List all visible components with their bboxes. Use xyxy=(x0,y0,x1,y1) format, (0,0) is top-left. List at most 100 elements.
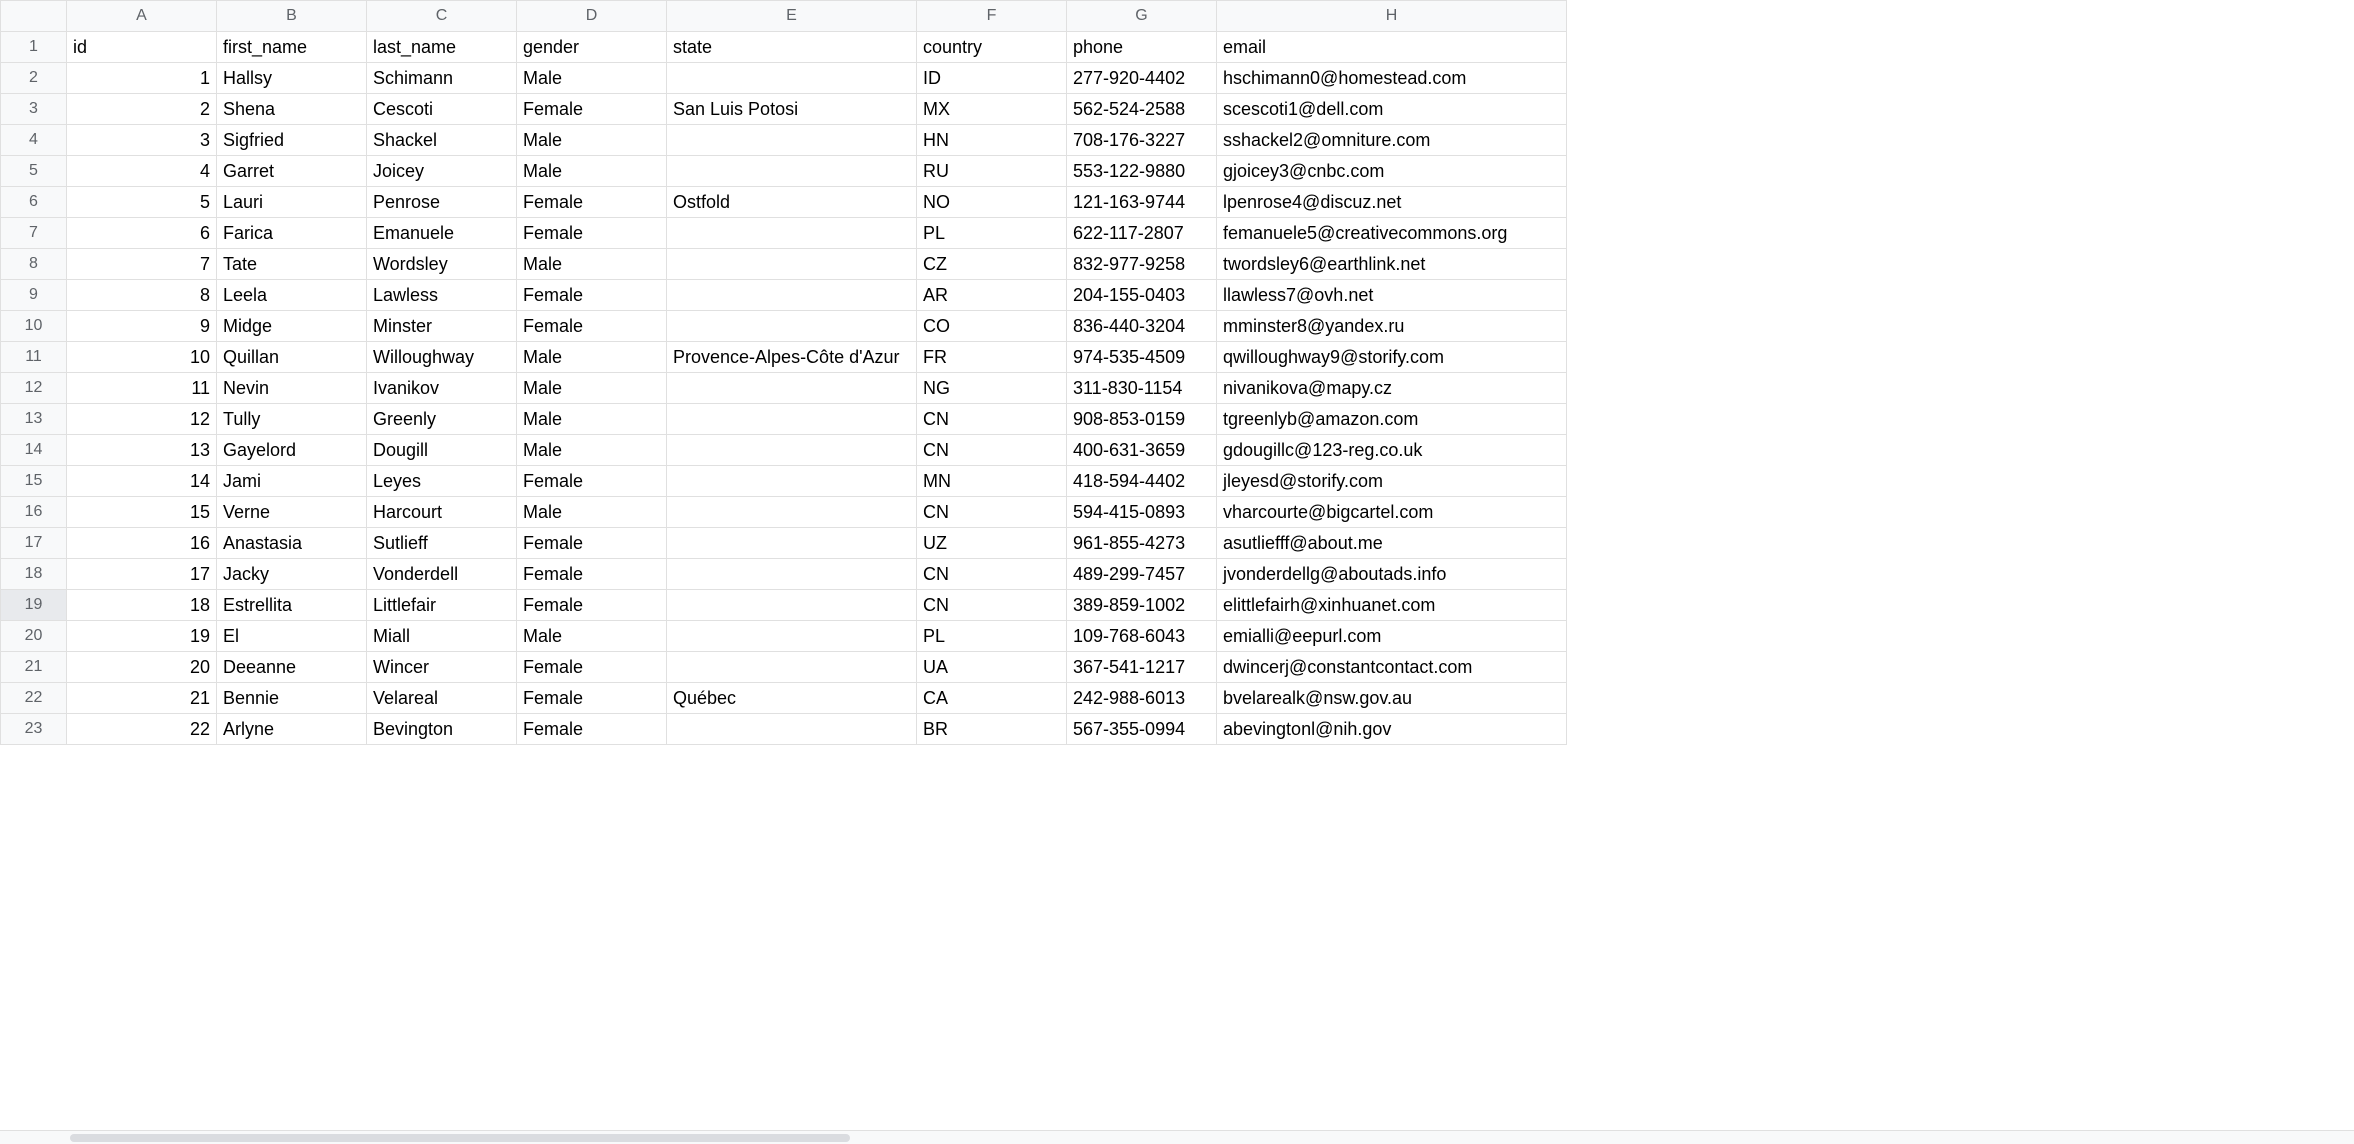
cell-B11[interactable]: Quillan xyxy=(217,342,367,373)
cell-A5[interactable]: 4 xyxy=(67,156,217,187)
row-header-9[interactable]: 9 xyxy=(1,280,67,311)
cell-D18[interactable]: Female xyxy=(517,559,667,590)
cell-D3[interactable]: Female xyxy=(517,94,667,125)
cell-E19[interactable] xyxy=(667,590,917,621)
cell-D21[interactable]: Female xyxy=(517,652,667,683)
cell-F21[interactable]: UA xyxy=(917,652,1067,683)
row-header-18[interactable]: 18 xyxy=(1,559,67,590)
cell-C14[interactable]: Dougill xyxy=(367,435,517,466)
cell-F14[interactable]: CN xyxy=(917,435,1067,466)
cell-H12[interactable]: nivanikova@mapy.cz xyxy=(1217,373,1567,404)
cell-A19[interactable]: 18 xyxy=(67,590,217,621)
cell-G7[interactable]: 622-117-2807 xyxy=(1067,218,1217,249)
cell-G1[interactable]: phone xyxy=(1067,32,1217,63)
cell-F16[interactable]: CN xyxy=(917,497,1067,528)
cell-A11[interactable]: 10 xyxy=(67,342,217,373)
row-header-17[interactable]: 17 xyxy=(1,528,67,559)
cell-G14[interactable]: 400-631-3659 xyxy=(1067,435,1217,466)
cell-A12[interactable]: 11 xyxy=(67,373,217,404)
cell-A21[interactable]: 20 xyxy=(67,652,217,683)
column-header-D[interactable]: D xyxy=(517,1,667,32)
cell-A20[interactable]: 19 xyxy=(67,621,217,652)
cell-D10[interactable]: Female xyxy=(517,311,667,342)
cell-H17[interactable]: asutliefff@about.me xyxy=(1217,528,1567,559)
cell-G2[interactable]: 277-920-4402 xyxy=(1067,63,1217,94)
cell-F7[interactable]: PL xyxy=(917,218,1067,249)
cell-C2[interactable]: Schimann xyxy=(367,63,517,94)
cell-G22[interactable]: 242-988-6013 xyxy=(1067,683,1217,714)
cell-C3[interactable]: Cescoti xyxy=(367,94,517,125)
cell-B7[interactable]: Farica xyxy=(217,218,367,249)
cell-H10[interactable]: mminster8@yandex.ru xyxy=(1217,311,1567,342)
cell-D4[interactable]: Male xyxy=(517,125,667,156)
cell-D11[interactable]: Male xyxy=(517,342,667,373)
cell-E21[interactable] xyxy=(667,652,917,683)
row-header-7[interactable]: 7 xyxy=(1,218,67,249)
cell-A22[interactable]: 21 xyxy=(67,683,217,714)
cell-A18[interactable]: 17 xyxy=(67,559,217,590)
cell-E17[interactable] xyxy=(667,528,917,559)
cell-H5[interactable]: gjoicey3@cnbc.com xyxy=(1217,156,1567,187)
cell-E11[interactable]: Provence-Alpes-Côte d'Azur xyxy=(667,342,917,373)
row-header-10[interactable]: 10 xyxy=(1,311,67,342)
cell-E3[interactable]: San Luis Potosi xyxy=(667,94,917,125)
cell-B3[interactable]: Shena xyxy=(217,94,367,125)
cell-C18[interactable]: Vonderdell xyxy=(367,559,517,590)
row-header-20[interactable]: 20 xyxy=(1,621,67,652)
cell-F23[interactable]: BR xyxy=(917,714,1067,745)
cell-A23[interactable]: 22 xyxy=(67,714,217,745)
cell-G21[interactable]: 367-541-1217 xyxy=(1067,652,1217,683)
cell-C7[interactable]: Emanuele xyxy=(367,218,517,249)
cell-D14[interactable]: Male xyxy=(517,435,667,466)
cell-C20[interactable]: Miall xyxy=(367,621,517,652)
cell-C10[interactable]: Minster xyxy=(367,311,517,342)
cell-F20[interactable]: PL xyxy=(917,621,1067,652)
cell-E8[interactable] xyxy=(667,249,917,280)
cell-F18[interactable]: CN xyxy=(917,559,1067,590)
row-header-3[interactable]: 3 xyxy=(1,94,67,125)
cell-G11[interactable]: 974-535-4509 xyxy=(1067,342,1217,373)
cell-B17[interactable]: Anastasia xyxy=(217,528,367,559)
cell-H11[interactable]: qwilloughway9@storify.com xyxy=(1217,342,1567,373)
cell-E12[interactable] xyxy=(667,373,917,404)
column-header-H[interactable]: H xyxy=(1217,1,1567,32)
cell-H15[interactable]: jleyesd@storify.com xyxy=(1217,466,1567,497)
cell-A14[interactable]: 13 xyxy=(67,435,217,466)
row-header-14[interactable]: 14 xyxy=(1,435,67,466)
cell-G23[interactable]: 567-355-0994 xyxy=(1067,714,1217,745)
column-header-A[interactable]: A xyxy=(67,1,217,32)
row-header-13[interactable]: 13 xyxy=(1,404,67,435)
cell-D5[interactable]: Male xyxy=(517,156,667,187)
cell-C22[interactable]: Velareal xyxy=(367,683,517,714)
cell-E22[interactable]: Québec xyxy=(667,683,917,714)
cell-F11[interactable]: FR xyxy=(917,342,1067,373)
cell-E10[interactable] xyxy=(667,311,917,342)
cell-B9[interactable]: Leela xyxy=(217,280,367,311)
row-header-8[interactable]: 8 xyxy=(1,249,67,280)
cell-C6[interactable]: Penrose xyxy=(367,187,517,218)
cell-G3[interactable]: 562-524-2588 xyxy=(1067,94,1217,125)
cell-C16[interactable]: Harcourt xyxy=(367,497,517,528)
row-header-2[interactable]: 2 xyxy=(1,63,67,94)
cell-B10[interactable]: Midge xyxy=(217,311,367,342)
cell-E1[interactable]: state xyxy=(667,32,917,63)
cell-H23[interactable]: abevingtonl@nih.gov xyxy=(1217,714,1567,745)
cell-F3[interactable]: MX xyxy=(917,94,1067,125)
cell-F6[interactable]: NO xyxy=(917,187,1067,218)
cell-D15[interactable]: Female xyxy=(517,466,667,497)
cell-C17[interactable]: Sutlieff xyxy=(367,528,517,559)
row-header-11[interactable]: 11 xyxy=(1,342,67,373)
cell-D13[interactable]: Male xyxy=(517,404,667,435)
row-header-4[interactable]: 4 xyxy=(1,125,67,156)
cell-B6[interactable]: Lauri xyxy=(217,187,367,218)
cell-D6[interactable]: Female xyxy=(517,187,667,218)
select-all-corner[interactable] xyxy=(1,1,67,32)
cell-D9[interactable]: Female xyxy=(517,280,667,311)
cell-A13[interactable]: 12 xyxy=(67,404,217,435)
cell-E2[interactable] xyxy=(667,63,917,94)
cell-H16[interactable]: vharcourte@bigcartel.com xyxy=(1217,497,1567,528)
row-header-15[interactable]: 15 xyxy=(1,466,67,497)
cell-A6[interactable]: 5 xyxy=(67,187,217,218)
cell-A15[interactable]: 14 xyxy=(67,466,217,497)
cell-H20[interactable]: emialli@eepurl.com xyxy=(1217,621,1567,652)
